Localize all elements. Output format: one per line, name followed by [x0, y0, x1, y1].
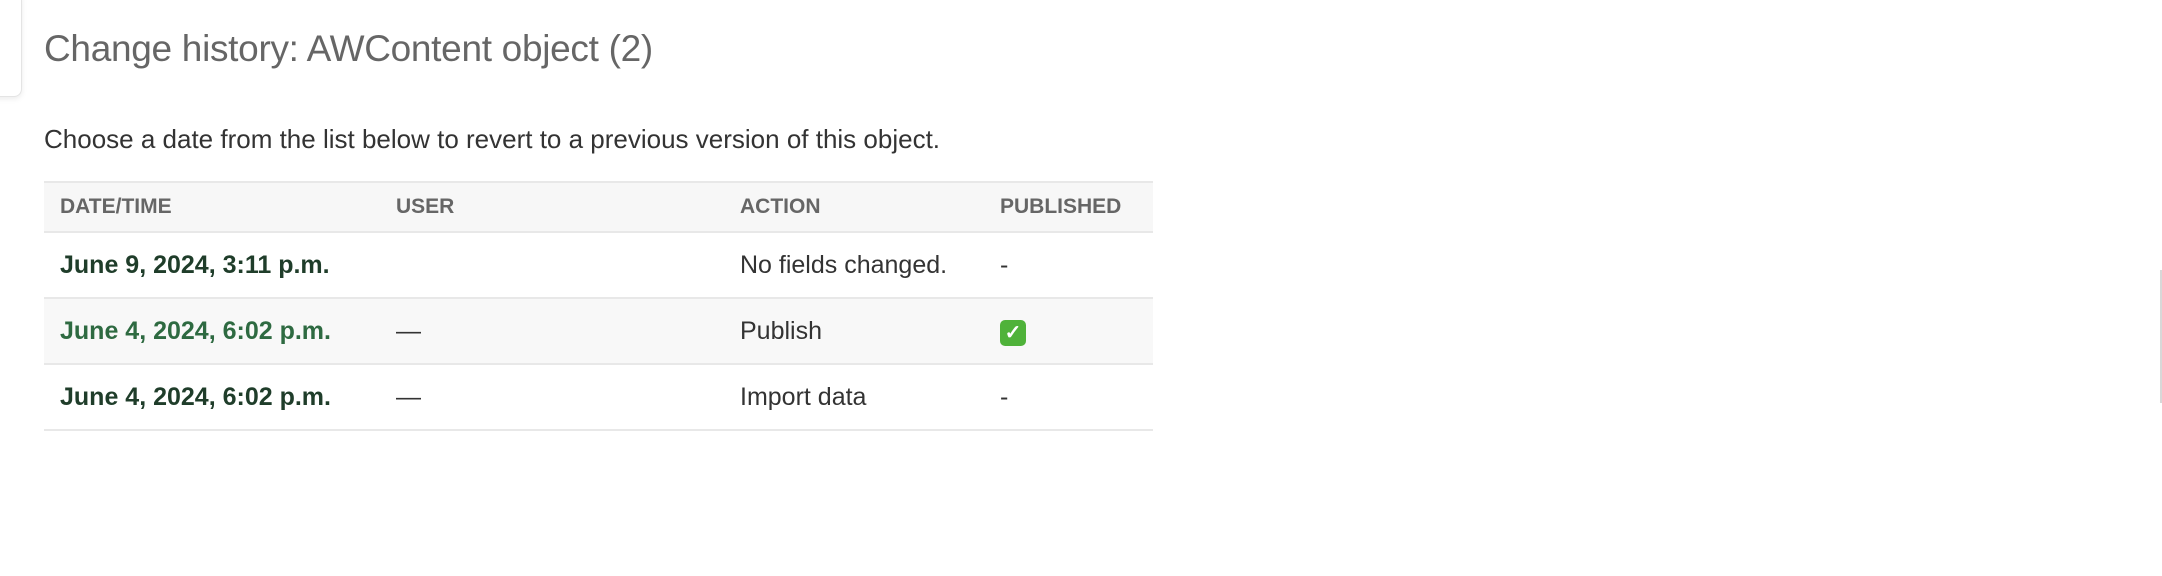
- table-row: June 4, 2024, 6:02 p.m. — Publish ✓: [44, 298, 1153, 364]
- revert-date-link[interactable]: June 4, 2024, 6:02 p.m.: [60, 383, 331, 411]
- revert-date-link[interactable]: June 4, 2024, 6:02 p.m.: [60, 317, 331, 345]
- published-cell: ✓: [984, 298, 1153, 364]
- user-cell: —: [396, 382, 421, 411]
- change-history-table: Date/time User Action Published June 9, …: [44, 181, 1153, 431]
- action-cell: Import data: [740, 382, 867, 411]
- datetime-cell: June 4, 2024, 6:02 p.m.: [44, 298, 380, 364]
- side-panel-edge: [0, 0, 22, 97]
- datetime-cell: June 4, 2024, 6:02 p.m.: [44, 364, 380, 430]
- user-cell: —: [396, 316, 421, 345]
- page-title: Change history: AWContent object (2): [44, 28, 653, 69]
- column-header-published: Published: [1000, 195, 1122, 218]
- user-cell: [380, 232, 724, 298]
- check-mark-button-icon: ✓: [1000, 319, 1026, 346]
- table-header-row: Date/time User Action Published: [44, 182, 1153, 232]
- action-cell: No fields changed.: [740, 250, 948, 279]
- table-row: June 4, 2024, 6:02 p.m. — Import data -: [44, 364, 1153, 430]
- datetime-cell: June 9, 2024, 3:11 p.m.: [44, 232, 380, 298]
- revert-date-link[interactable]: June 9, 2024, 3:11 p.m.: [60, 251, 330, 279]
- action-cell: Publish: [740, 316, 822, 345]
- column-header-datetime: Date/time: [60, 195, 172, 218]
- column-header-action: Action: [740, 195, 821, 218]
- published-cell: -: [1000, 382, 1009, 411]
- published-cell: -: [1000, 250, 1009, 279]
- table-row: June 9, 2024, 3:11 p.m. No fields change…: [44, 232, 1153, 298]
- column-header-user: User: [396, 195, 455, 218]
- intro-text: Choose a date from the list below to rev…: [44, 124, 941, 154]
